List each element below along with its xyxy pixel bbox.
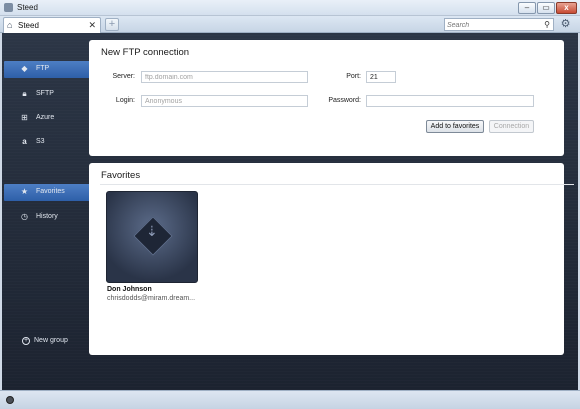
tab-steed[interactable]: ⌂ Steed ✕	[3, 17, 101, 33]
favorites-panel: Favorites ⇣ Don Johnson chrisdodds@miram…	[89, 163, 574, 355]
server-input[interactable]	[142, 72, 307, 83]
close-window-button[interactable]: x	[556, 2, 577, 14]
connection-panel: New FTP connection Server: Port: Login: …	[89, 40, 564, 156]
gear-icon[interactable]: ⚙	[558, 18, 573, 31]
connection-button[interactable]: Connection	[489, 120, 534, 133]
new-group-button[interactable]: + New group	[22, 337, 68, 345]
password-input[interactable]	[367, 96, 533, 107]
clock-icon: ◷	[21, 212, 28, 221]
search-box[interactable]: ⚲	[444, 18, 554, 31]
windows-logo-icon: ⊞	[21, 113, 28, 122]
login-label: Login:	[115, 97, 135, 104]
port-input[interactable]	[367, 72, 395, 83]
favorite-card[interactable]: ⇣	[106, 191, 198, 283]
port-label: Port:	[346, 73, 361, 80]
sidebar-item-favorites[interactable]: ★ Favorites	[4, 184, 95, 201]
lock-icon: 🔒︎	[22, 89, 27, 98]
favorite-host: chrisdodds@miram.dream...	[107, 295, 196, 302]
sidebar-item-ftp[interactable]: ◆ FTP	[4, 61, 95, 78]
maximize-button[interactable]: ▭	[537, 2, 555, 14]
sidebar-item-label: S3	[36, 138, 45, 145]
amazon-logo-icon: a	[22, 137, 27, 146]
sidebar-item-label: Azure	[36, 114, 55, 121]
tab-label: Steed	[18, 21, 39, 30]
sidebar-item-s3[interactable]: a S3	[4, 134, 90, 151]
new-group-label: New group	[34, 337, 68, 344]
diamond-icon: ◆	[21, 64, 28, 73]
password-label: Password:	[328, 97, 361, 104]
star-icon: ★	[20, 187, 29, 196]
status-bar	[0, 390, 580, 409]
download-arrow-icon: ⇣	[146, 223, 158, 239]
sidebar-item-label: FTP	[36, 65, 50, 72]
sidebar-item-label: History	[36, 213, 58, 220]
search-icon[interactable]: ⚲	[544, 20, 550, 29]
tab-strip: ⌂ Steed ✕ + ⚲ ⚙	[0, 16, 580, 33]
search-input[interactable]	[447, 20, 539, 30]
window-titlebar: Steed – ▭ x	[0, 0, 580, 16]
main-area: ◆ FTP 🔒︎ SFTP ⊞ Azure a S3 ★ Favorites ◷…	[2, 33, 578, 390]
new-tab-button[interactable]: +	[105, 18, 119, 31]
window-title: Steed	[17, 3, 38, 12]
login-input[interactable]	[142, 96, 307, 107]
sidebar-item-label: Favorites	[36, 188, 65, 195]
sidebar-item-azure[interactable]: ⊞ Azure	[4, 110, 90, 127]
home-icon: ⌂	[7, 20, 13, 30]
favorites-title: Favorites	[101, 170, 141, 181]
favorites-divider	[100, 184, 574, 185]
add-to-favorites-button[interactable]: Add to favorites	[426, 120, 484, 133]
connection-title: New FTP connection	[101, 47, 190, 58]
minimize-button[interactable]: –	[518, 2, 536, 14]
password-field[interactable]	[366, 95, 534, 107]
sidebar-item-label: SFTP	[36, 90, 54, 97]
server-field[interactable]	[141, 71, 308, 83]
sidebar-item-sftp[interactable]: 🔒︎ SFTP	[4, 86, 90, 103]
login-field[interactable]	[141, 95, 308, 107]
server-label: Server:	[112, 73, 135, 80]
favorite-name: Don Johnson	[107, 286, 152, 293]
connection-status-icon	[6, 396, 14, 404]
plus-circle-icon: +	[22, 337, 30, 345]
close-tab-icon[interactable]: ✕	[88, 20, 96, 31]
app-icon	[4, 3, 13, 12]
sidebar-item-history[interactable]: ◷ History	[4, 209, 90, 226]
port-field[interactable]	[366, 71, 396, 83]
